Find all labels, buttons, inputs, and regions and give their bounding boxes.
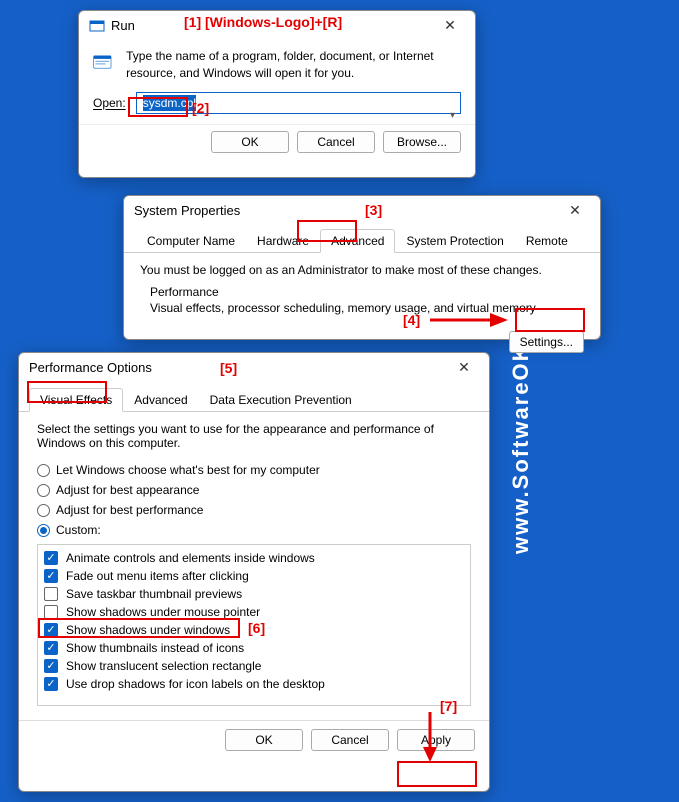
cancel-button[interactable]: Cancel [311, 729, 389, 751]
open-label: Open: [93, 96, 126, 110]
run-title: Run [111, 18, 435, 33]
check-save-taskbar[interactable]: Save taskbar thumbnail previews [44, 585, 464, 603]
close-icon[interactable]: ✕ [449, 359, 479, 376]
radio-label: Adjust for best appearance [56, 483, 199, 497]
visual-effects-list: Animate controls and elements inside win… [37, 544, 471, 706]
run-description: Type the name of a program, folder, docu… [126, 48, 461, 82]
sysprop-titlebar: System Properties ✕ [124, 196, 600, 225]
open-input[interactable]: sysdm.cpl [136, 92, 461, 114]
checkbox-icon [44, 605, 58, 619]
performance-options-dialog: Performance Options ✕ Visual Effects Adv… [18, 352, 490, 792]
tab-computer-name[interactable]: Computer Name [136, 229, 246, 253]
tab-system-protection[interactable]: System Protection [395, 229, 514, 253]
check-fade-menu[interactable]: Fade out menu items after clicking [44, 567, 464, 585]
radio-let-windows[interactable]: Let Windows choose what's best for my co… [37, 460, 471, 480]
apply-button[interactable]: Apply [397, 729, 475, 751]
perfopt-titlebar: Performance Options ✕ [19, 353, 489, 382]
check-label: Save taskbar thumbnail previews [66, 587, 242, 601]
radio-icon [37, 464, 50, 477]
tab-dep[interactable]: Data Execution Prevention [199, 388, 363, 412]
check-animate-controls[interactable]: Animate controls and elements inside win… [44, 549, 464, 567]
chevron-down-icon[interactable]: ▾ [450, 110, 455, 121]
check-shadows-windows[interactable]: Show shadows under windows [44, 621, 464, 639]
check-label: Show shadows under mouse pointer [66, 605, 260, 619]
check-shadows-pointer[interactable]: Show shadows under mouse pointer [44, 603, 464, 621]
settings-button[interactable]: Settings... [509, 331, 584, 353]
run-main-icon [93, 48, 114, 76]
perfopt-tabbar: Visual Effects Advanced Data Execution P… [19, 382, 489, 412]
cancel-button[interactable]: Cancel [297, 131, 375, 153]
perfopt-intro: Select the settings you want to use for … [37, 422, 471, 450]
radio-best-appearance[interactable]: Adjust for best appearance [37, 480, 471, 500]
checkbox-icon [44, 659, 58, 673]
check-label: Fade out menu items after clicking [66, 569, 249, 583]
check-label: Show shadows under windows [66, 623, 230, 637]
checkbox-icon [44, 551, 58, 565]
browse-button[interactable]: Browse... [383, 131, 461, 153]
run-dialog: Run ✕ Type the name of a program, folder… [78, 10, 476, 178]
checkbox-icon [44, 641, 58, 655]
check-thumbnails[interactable]: Show thumbnails instead of icons [44, 639, 464, 657]
tab-advanced[interactable]: Advanced [123, 388, 198, 412]
radio-best-performance[interactable]: Adjust for best performance [37, 500, 471, 520]
tab-remote[interactable]: Remote [515, 229, 579, 253]
tab-advanced[interactable]: Advanced [320, 229, 395, 253]
perfopt-title: Performance Options [29, 360, 449, 375]
checkbox-icon [44, 587, 58, 601]
close-icon[interactable]: ✕ [560, 202, 590, 219]
tab-visual-effects[interactable]: Visual Effects [29, 388, 123, 412]
check-label: Show thumbnails instead of icons [66, 641, 244, 655]
radio-icon [37, 524, 50, 537]
run-app-icon [89, 18, 105, 34]
check-drop-shadows-icons[interactable]: Use drop shadows for icon labels on the … [44, 675, 464, 693]
checkbox-icon [44, 677, 58, 691]
perfopt-footer: OK Cancel Apply [19, 720, 489, 759]
radio-icon [37, 484, 50, 497]
radio-custom[interactable]: Custom: [37, 520, 471, 540]
sysprop-tabbar: Computer Name Hardware Advanced System P… [124, 225, 600, 253]
check-label: Use drop shadows for icon labels on the … [66, 677, 325, 691]
radio-label: Custom: [56, 523, 101, 537]
system-properties-dialog: System Properties ✕ Computer Name Hardwa… [123, 195, 601, 340]
close-icon[interactable]: ✕ [435, 17, 465, 34]
check-label: Animate controls and elements inside win… [66, 551, 315, 565]
radio-icon [37, 504, 50, 517]
radio-label: Let Windows choose what's best for my co… [56, 463, 320, 477]
radio-label: Adjust for best performance [56, 503, 203, 517]
performance-legend: Performance [150, 285, 584, 299]
run-footer: OK Cancel Browse... [79, 124, 475, 163]
checkbox-icon [44, 569, 58, 583]
checkbox-icon [44, 623, 58, 637]
check-translucent[interactable]: Show translucent selection rectangle [44, 657, 464, 675]
ok-button[interactable]: OK [211, 131, 289, 153]
run-titlebar: Run ✕ [79, 11, 475, 40]
performance-desc: Visual effects, processor scheduling, me… [150, 301, 584, 321]
sysprop-title: System Properties [134, 203, 560, 218]
tab-hardware[interactable]: Hardware [246, 229, 320, 253]
check-label: Show translucent selection rectangle [66, 659, 261, 673]
admin-note: You must be logged on as an Administrato… [140, 263, 584, 277]
ok-button[interactable]: OK [225, 729, 303, 751]
